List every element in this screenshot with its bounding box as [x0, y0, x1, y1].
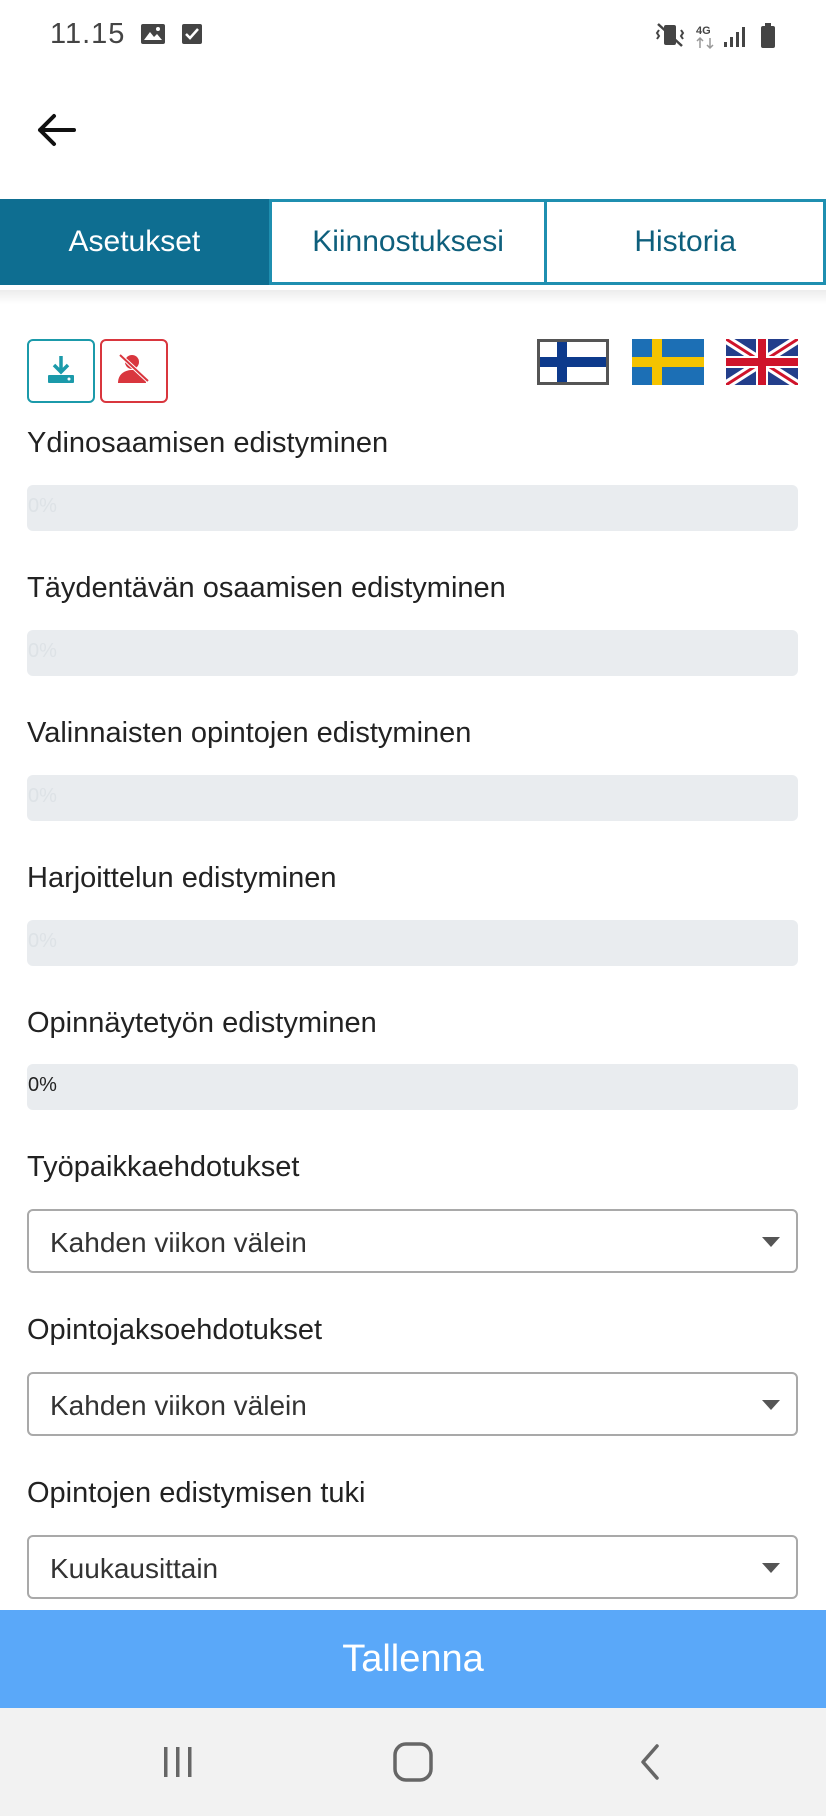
course-suggestions-select[interactable]: Kahden viikon välein [27, 1372, 798, 1436]
progress-label-elective: Valinnaisten opintojen edistyminen [27, 717, 472, 749]
tabs-divider [0, 290, 826, 304]
select-label-job-suggestions: Työpaikkaehdotukset [27, 1151, 300, 1183]
chevron-down-icon [762, 1237, 780, 1247]
system-nav-bar [0, 1708, 826, 1816]
progress-bar-elective: 0% [27, 775, 798, 821]
progress-support-select[interactable]: Kuukausittain [27, 1535, 798, 1599]
select-label-progress-support: Opintojen edistymisen tuki [27, 1477, 366, 1509]
remove-user-icon [114, 351, 154, 392]
select-label-course-suggestions: Opintojaksoehdotukset [27, 1314, 323, 1346]
back-nav-button[interactable] [620, 1740, 680, 1788]
progress-bar-core: 0% [27, 485, 798, 531]
progress-bar-supplementary: 0% [27, 630, 798, 676]
progress-label-core: Ydinosaamisen edistyminen [27, 427, 389, 459]
home-icon [392, 1741, 434, 1788]
image-icon [140, 22, 166, 51]
progress-label-supplementary: Täydentävän osaamisen edistyminen [27, 572, 506, 604]
signal-icon [722, 24, 748, 53]
download-icon [45, 353, 77, 390]
back-nav-icon [635, 1742, 665, 1787]
job-suggestions-select[interactable]: Kahden viikon välein [27, 1209, 798, 1273]
progress-label-internship: Harjoittelun edistyminen [27, 862, 337, 894]
tab-asetukset[interactable]: Asetukset [0, 199, 269, 285]
uk-flag-icon[interactable] [723, 335, 801, 389]
save-button[interactable]: Tallenna [0, 1610, 826, 1708]
progress-value: 0% [28, 640, 57, 662]
battery-icon [759, 22, 777, 55]
check-box-icon [181, 22, 203, 51]
tab-historia[interactable]: Historia [547, 199, 826, 285]
recent-apps-button[interactable] [148, 1740, 208, 1788]
progress-value: 0% [28, 930, 57, 952]
select-value: Kahden viikon välein [50, 1390, 307, 1421]
select-value: Kuukausittain [50, 1553, 219, 1584]
tab-bar: Asetukset Kiinnostuksesi Historia [0, 199, 826, 285]
status-bar: 11.15 4G [0, 0, 826, 72]
chevron-down-icon [762, 1563, 780, 1573]
download-button[interactable] [27, 339, 95, 403]
sweden-flag-icon[interactable] [632, 339, 704, 385]
progress-label-thesis: Opinnäytetyön edistyminen [27, 1007, 377, 1039]
progress-value: 0% [28, 785, 57, 807]
home-button[interactable] [383, 1740, 443, 1788]
back-button[interactable] [28, 104, 84, 160]
arrow-left-icon [34, 110, 78, 155]
svg-text:4G: 4G [696, 25, 711, 37]
progress-value: 0% [28, 1074, 57, 1096]
select-value: Kahden viikon välein [50, 1227, 307, 1258]
progress-bar-thesis: 0% [27, 1064, 798, 1110]
tab-kiinnostuksesi[interactable]: Kiinnostuksesi [268, 199, 548, 285]
recent-apps-icon [158, 1744, 198, 1785]
remove-user-button[interactable] [100, 339, 168, 403]
status-time: 11.15 [50, 18, 126, 50]
finland-flag-icon[interactable] [537, 339, 609, 385]
vibrate-icon [655, 22, 685, 53]
network-4g-icon: 4G [694, 22, 720, 55]
progress-bar-internship: 0% [27, 920, 798, 966]
chevron-down-icon [762, 1400, 780, 1410]
progress-value: 0% [28, 495, 57, 517]
